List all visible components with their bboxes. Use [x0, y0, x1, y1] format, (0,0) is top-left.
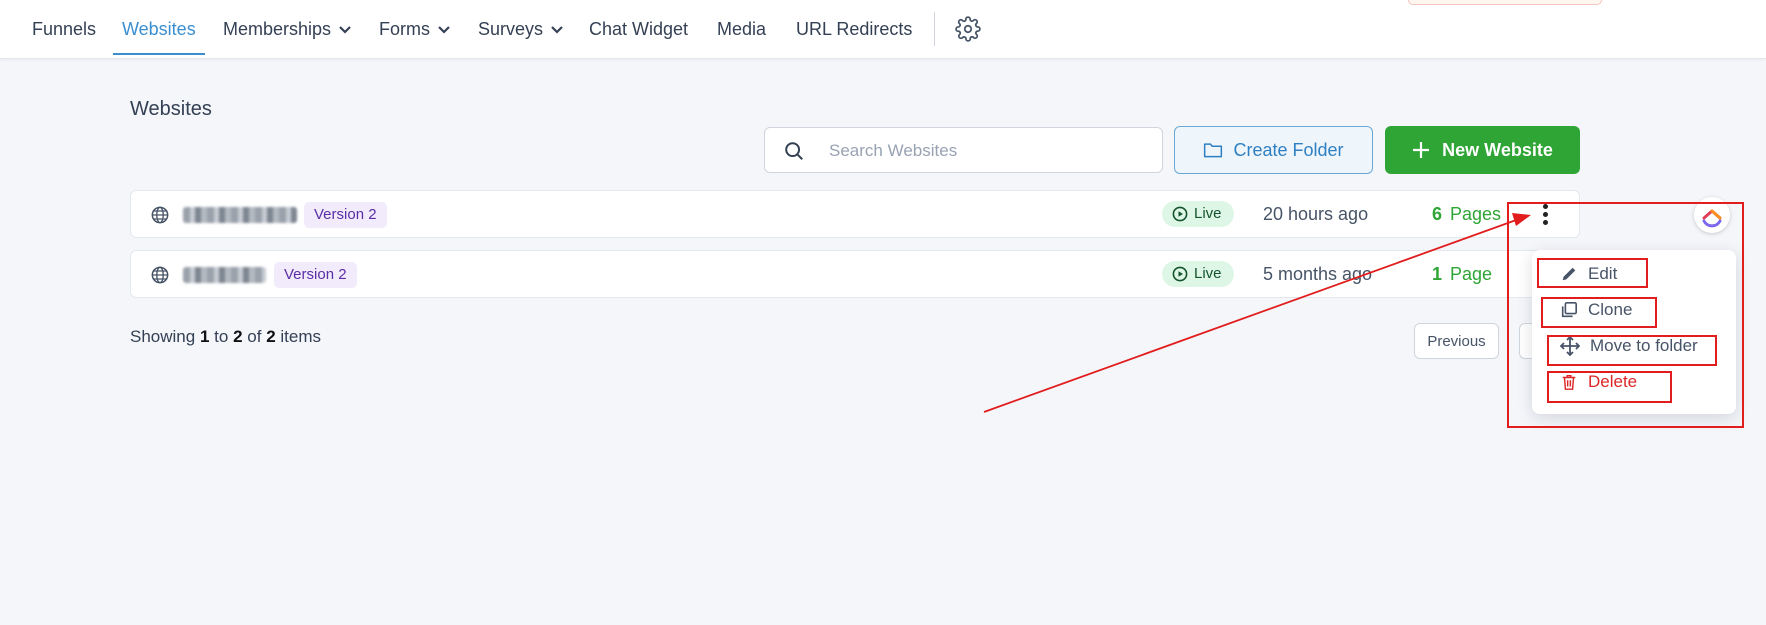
nav-memberships[interactable]: Memberships: [223, 0, 351, 58]
search-input[interactable]: [827, 128, 1151, 174]
nav-url-redirects[interactable]: URL Redirects: [796, 0, 912, 58]
showing-suffix: items: [280, 327, 322, 346]
menu-item-clone[interactable]: Clone: [1560, 300, 1632, 320]
nav-divider: [934, 12, 935, 46]
page-count-link[interactable]: 1 Page: [1432, 264, 1492, 285]
page-title: Websites: [130, 98, 212, 120]
create-folder-label: Create Folder: [1233, 139, 1344, 160]
chevron-down-icon: [551, 0, 563, 57]
new-website-button[interactable]: New Website: [1385, 126, 1580, 174]
previous-button[interactable]: Previous: [1414, 323, 1499, 359]
status-badge: Live: [1162, 201, 1234, 227]
trash-icon: [1562, 374, 1576, 390]
play-circle-icon: [1172, 206, 1188, 222]
globe-icon: [151, 206, 169, 224]
chevron-down-icon: [339, 0, 351, 57]
plus-icon: [1413, 142, 1430, 158]
menu-item-move[interactable]: Move to folder: [1560, 336, 1698, 356]
showing-prefix: Showing: [130, 327, 196, 346]
top-navigation: Funnels Websites Memberships Forms Surve…: [0, 0, 1766, 59]
showing-to-word: to: [214, 327, 229, 346]
showing-total: 2: [266, 327, 276, 346]
page-count-label: Pages: [1450, 204, 1502, 224]
more-options-icon[interactable]: [1535, 201, 1555, 229]
globe-icon: [151, 266, 169, 284]
pagination-summary: Showing 1 to 2 of 2 items: [130, 327, 321, 347]
page-count: 6: [1432, 204, 1443, 224]
menu-item-edit-label: Edit: [1588, 264, 1618, 283]
page-count-label: Page: [1450, 264, 1493, 284]
menu-item-edit[interactable]: Edit: [1560, 264, 1617, 284]
page-count: 1: [1432, 264, 1443, 284]
table-row[interactable]: Version 2 Live 5 months ago 1 Page: [130, 250, 1580, 298]
menu-item-delete-label: Delete: [1588, 372, 1638, 391]
nav-memberships-label: Memberships: [223, 19, 332, 39]
menu-item-move-label: Move to folder: [1590, 336, 1698, 355]
website-name-redacted: [183, 267, 266, 283]
nav-forms-label: Forms: [379, 19, 430, 39]
last-updated: 20 hours ago: [1263, 204, 1369, 224]
table-row[interactable]: Version 2 Live 20 hours ago 6 Pages: [130, 190, 1580, 238]
annotation-arrow: [983, 213, 1531, 413]
showing-from: 1: [199, 327, 210, 346]
chevron-down-icon: [438, 0, 450, 57]
gear-icon[interactable]: [955, 16, 981, 42]
version-badge: Version 2: [274, 262, 357, 288]
search-icon: [785, 142, 803, 160]
last-updated: 5 months ago: [1263, 264, 1373, 284]
app-logo-icon[interactable]: [1694, 197, 1730, 233]
nav-funnels[interactable]: Funnels: [32, 0, 96, 58]
move-icon: [1560, 336, 1580, 356]
status-label: Live: [1194, 265, 1222, 282]
page-count-link[interactable]: 6 Pages: [1432, 204, 1501, 225]
nav-surveys[interactable]: Surveys: [478, 0, 563, 58]
menu-item-delete[interactable]: Delete: [1560, 372, 1637, 392]
active-tab-underline: [113, 53, 205, 55]
version-badge: Version 2: [304, 202, 387, 228]
context-menu: Edit Clone Move to folder Delete: [1532, 250, 1736, 414]
nav-surveys-label: Surveys: [478, 19, 544, 39]
showing-to: 2: [233, 327, 243, 346]
nav-forms[interactable]: Forms: [379, 0, 450, 58]
search-box: [764, 127, 1163, 174]
menu-item-clone-label: Clone: [1588, 300, 1633, 319]
top-banner-edge: [1408, 0, 1602, 5]
play-circle-icon: [1172, 266, 1188, 282]
status-badge: Live: [1162, 261, 1234, 287]
status-label: Live: [1194, 205, 1222, 222]
website-name-redacted: [183, 207, 297, 223]
nav-chat-widget[interactable]: Chat Widget: [589, 0, 688, 58]
nav-websites[interactable]: Websites: [122, 0, 196, 58]
showing-of-word: of: [247, 327, 262, 346]
new-website-label: New Website: [1442, 139, 1553, 160]
nav-media[interactable]: Media: [717, 0, 766, 58]
copy-icon: [1561, 301, 1578, 318]
pencil-icon: [1562, 267, 1576, 281]
folder-icon: [1204, 143, 1223, 158]
create-folder-button[interactable]: Create Folder: [1174, 126, 1373, 174]
